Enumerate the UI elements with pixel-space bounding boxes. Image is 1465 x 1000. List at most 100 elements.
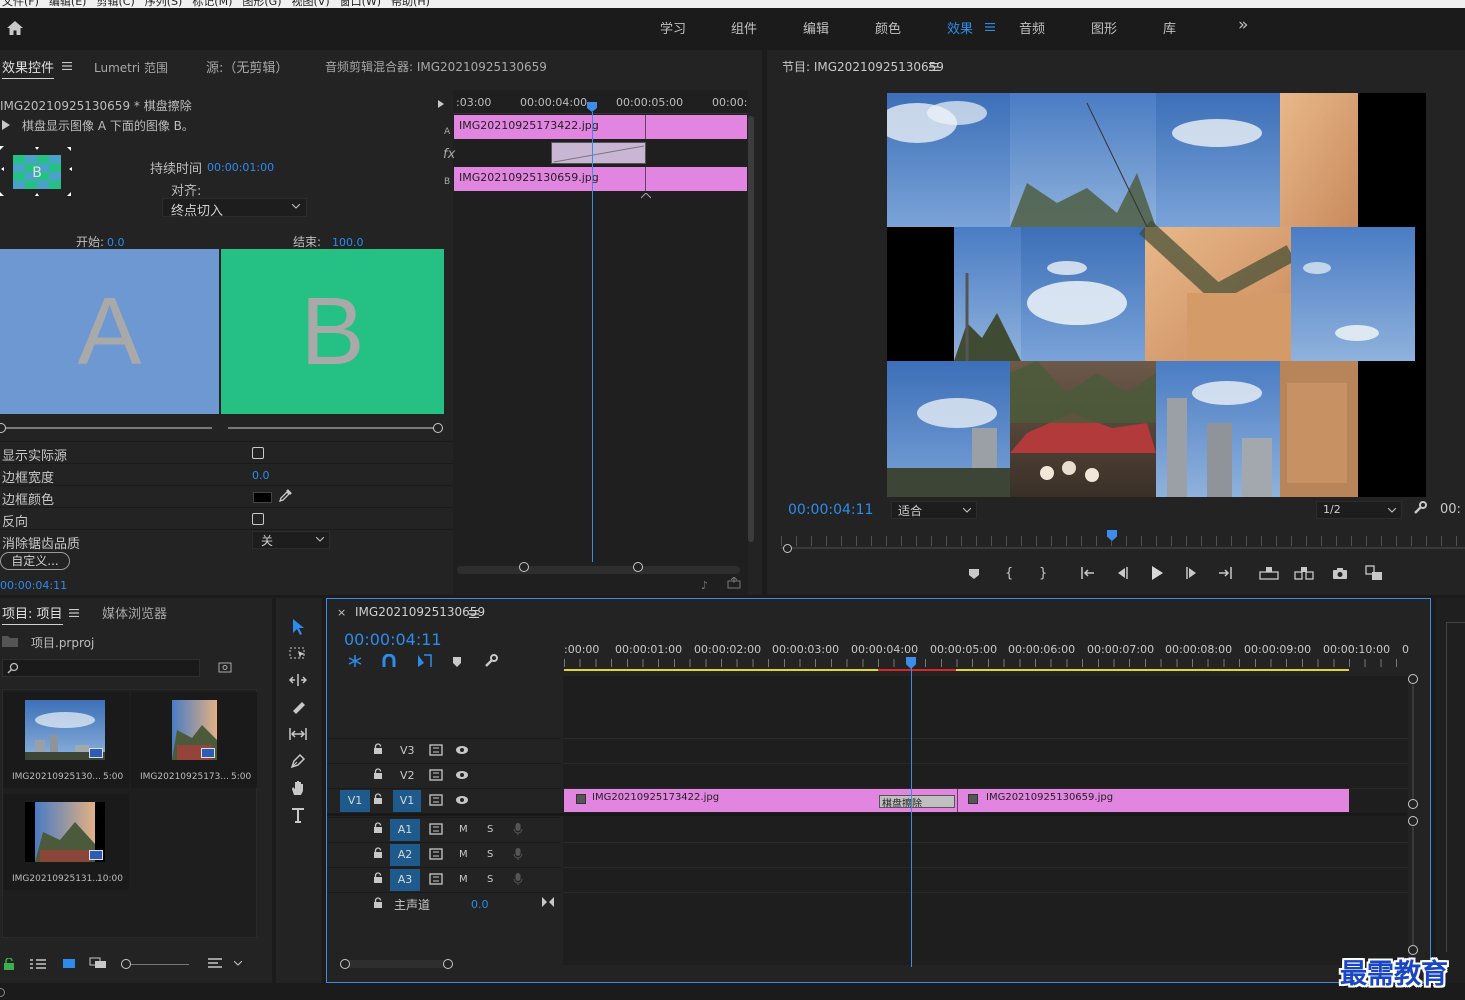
button-editor-icon[interactable] xyxy=(1365,565,1383,581)
project-item[interactable]: IMG20210925130... 5:00 xyxy=(3,692,129,788)
freeform-view-icon[interactable] xyxy=(89,957,107,969)
alignment-dropdown[interactable]: 终点切入 xyxy=(162,198,307,219)
project-item[interactable]: IMG20210925131... 10:00 xyxy=(3,794,129,890)
timeline-settings-icon[interactable] xyxy=(484,654,498,668)
zoom-slider-handle[interactable] xyxy=(121,959,131,969)
ws-tab-audio[interactable]: 音频 xyxy=(1019,18,1045,37)
play-triangle-icon[interactable] xyxy=(436,98,446,110)
type-tool-icon[interactable] xyxy=(285,803,311,827)
project-search-input[interactable] xyxy=(2,659,200,677)
timeline-transition[interactable]: 棋盘擦除 xyxy=(879,795,955,808)
wrench-icon[interactable] xyxy=(1413,501,1427,515)
menu-marker[interactable]: 标记(M) xyxy=(192,0,232,8)
sync-lock-icon[interactable] xyxy=(429,848,443,860)
lock-icon[interactable] xyxy=(373,822,385,836)
timeline-clip-2[interactable]: IMG20210925130659.jpg xyxy=(957,789,1349,812)
close-icon[interactable]: × xyxy=(337,606,346,619)
lock-icon[interactable] xyxy=(373,768,385,782)
tab-project[interactable]: 项目: 项目 xyxy=(2,603,63,625)
ec-ruler[interactable]: :03:00 00:00:04:00 00:00:05:00 00:00: xyxy=(453,90,748,114)
solo-button[interactable]: S xyxy=(487,874,493,885)
microphone-icon[interactable] xyxy=(513,822,523,836)
step-back-icon[interactable] xyxy=(1115,567,1129,579)
ec-zoom-handle-left[interactable] xyxy=(519,562,529,572)
sync-lock-icon[interactable] xyxy=(429,769,443,781)
duration-value[interactable]: 00:00:01:00 xyxy=(207,161,274,174)
lock-icon[interactable] xyxy=(373,847,385,861)
ws-tab-color[interactable]: 颜色 xyxy=(875,18,901,37)
hand-tool-icon[interactable] xyxy=(285,776,311,800)
track-target-a2[interactable]: A2 xyxy=(390,844,420,866)
lock-icon[interactable] xyxy=(4,958,14,970)
ec-clip-a[interactable]: IMG20210925173422.jpg xyxy=(454,115,747,139)
sync-lock-icon[interactable] xyxy=(429,873,443,885)
quality-dropdown[interactable]: 1/2 xyxy=(1316,501,1402,519)
lock-icon[interactable] xyxy=(373,743,385,757)
program-scroll-track[interactable] xyxy=(781,547,1465,549)
solo-button[interactable]: S xyxy=(487,824,493,835)
tab-media-browser[interactable]: 媒体浏览器 xyxy=(102,603,167,622)
add-marker-icon[interactable] xyxy=(968,568,980,580)
eye-icon[interactable] xyxy=(455,745,469,755)
tab-source[interactable]: 源:（无剪辑） xyxy=(206,57,288,76)
v-scroll-track-audio[interactable] xyxy=(1412,827,1414,945)
new-search-bin-icon[interactable] xyxy=(218,661,232,673)
play-icon[interactable] xyxy=(1150,565,1164,581)
ws-tab-libraries[interactable]: 库 xyxy=(1163,18,1176,37)
mute-button[interactable]: M xyxy=(459,849,468,860)
menu-graphics[interactable]: 图形(G) xyxy=(242,0,281,8)
ws-tab-learn[interactable]: 学习 xyxy=(660,18,686,37)
ec-vscrollbar[interactable] xyxy=(748,116,754,542)
project-item[interactable]: IMG20210925173... 5:00 xyxy=(131,692,257,788)
eyedropper-icon[interactable] xyxy=(278,489,292,503)
icon-view-icon[interactable] xyxy=(62,957,76,969)
ws-tab-effects[interactable]: 效果 xyxy=(947,18,973,37)
go-to-out-icon[interactable] xyxy=(1217,567,1233,579)
sync-lock-icon[interactable] xyxy=(429,794,443,806)
show-actual-sources-checkbox[interactable] xyxy=(252,447,264,459)
step-forward-icon[interactable] xyxy=(1185,567,1199,579)
add-marker-icon[interactable] xyxy=(452,656,462,668)
razor-tool-icon[interactable] xyxy=(285,695,311,719)
end-slider[interactable] xyxy=(228,427,438,429)
h-zoom-handle-right[interactable] xyxy=(443,959,453,969)
list-view-icon[interactable] xyxy=(30,958,46,970)
ws-more-button[interactable]: » xyxy=(1238,15,1248,35)
timeline-ruler[interactable]: :00:00 00:00:01:00 00:00:02:00 00:00:03:… xyxy=(564,639,1409,673)
reverse-checkbox[interactable] xyxy=(252,513,264,525)
panel-menu-icon[interactable] xyxy=(927,61,941,73)
sync-lock-icon[interactable] xyxy=(429,744,443,756)
selection-tool-icon[interactable] xyxy=(285,615,311,639)
end-slider-handle[interactable] xyxy=(433,423,443,433)
menu-clip[interactable]: 剪辑(C) xyxy=(96,0,134,8)
sort-icon[interactable] xyxy=(208,957,224,969)
transition-thumbnail[interactable]: B xyxy=(0,146,76,200)
sync-lock-icon[interactable] xyxy=(429,823,443,835)
panel-menu-icon[interactable] xyxy=(467,608,481,620)
program-frame[interactable] xyxy=(887,93,1426,497)
lock-icon[interactable] xyxy=(373,897,385,911)
master-value[interactable]: 0.0 xyxy=(471,898,489,911)
camera-icon[interactable] xyxy=(1332,567,1348,579)
sequence-tab[interactable]: IMG20210925130659 xyxy=(355,605,485,619)
ec-clip-b[interactable]: IMG20210925130659.jpg xyxy=(454,167,747,191)
pen-tool-icon[interactable] xyxy=(285,749,311,773)
home-icon[interactable] xyxy=(4,18,26,38)
menu-view[interactable]: 视图(V) xyxy=(292,0,330,8)
ec-playhead-handle[interactable] xyxy=(587,102,597,112)
export-frame-icon[interactable] xyxy=(727,577,741,589)
v-scroll-handle-mid[interactable] xyxy=(1408,799,1418,809)
slip-tool-icon[interactable] xyxy=(285,722,311,746)
menu-file[interactable]: 文件(F) xyxy=(2,0,39,8)
menu-sequence[interactable]: 序列(S) xyxy=(145,0,183,8)
lock-icon[interactable] xyxy=(373,872,385,886)
ws-tab-graphics[interactable]: 图形 xyxy=(1091,18,1117,37)
v-scroll-track[interactable] xyxy=(1412,685,1414,799)
snap-icon[interactable] xyxy=(382,654,396,668)
zoom-slider[interactable] xyxy=(131,964,189,965)
chevron-down-icon[interactable] xyxy=(234,961,242,966)
ws-tab-editing[interactable]: 编辑 xyxy=(803,18,829,37)
mute-button[interactable]: M xyxy=(459,824,468,835)
lock-icon[interactable] xyxy=(373,793,385,807)
program-zoom-handle[interactable] xyxy=(783,544,792,553)
